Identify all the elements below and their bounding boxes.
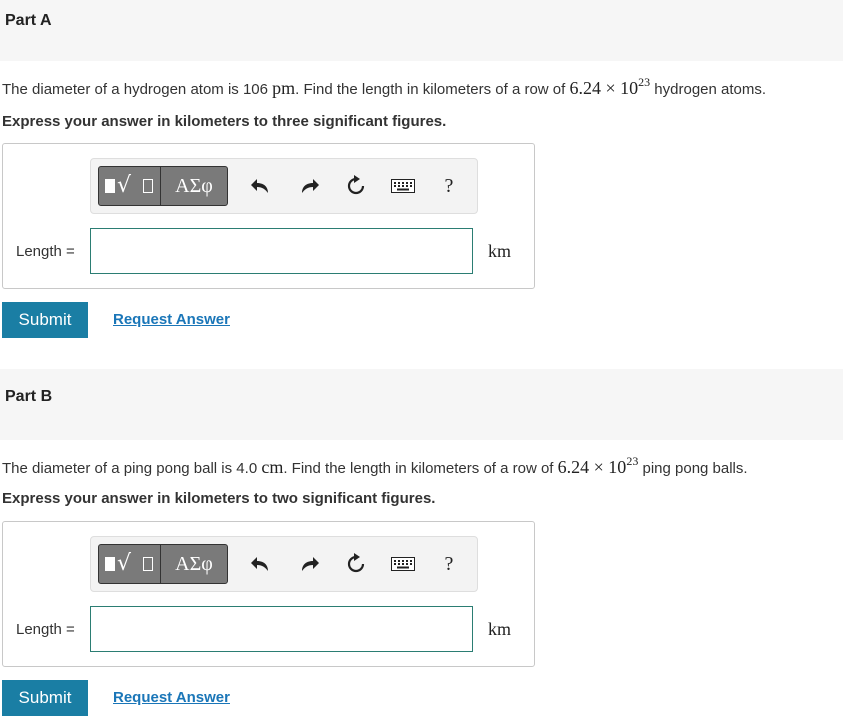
keyboard-icon[interactable] <box>388 171 418 201</box>
part-b-title: Part B <box>5 388 53 405</box>
part-a-answer-box: √ ΑΣφ ? Length = km <box>2 143 535 289</box>
toolbar-button-group: √ ΑΣφ <box>98 544 228 584</box>
part-a-submit-button[interactable]: Submit <box>2 302 88 338</box>
question-text: . Find the length in kilometers of a row… <box>283 460 558 477</box>
symbols-button[interactable]: ΑΣφ <box>161 167 227 205</box>
help-icon[interactable]: ? <box>434 549 464 579</box>
unit-label: km <box>488 241 512 261</box>
length-label: Length = <box>16 621 75 638</box>
symbols-button[interactable]: ΑΣφ <box>161 545 227 583</box>
length-input[interactable] <box>90 228 473 274</box>
question-unit: pm <box>272 78 296 98</box>
reset-icon[interactable] <box>341 549 371 579</box>
radical-icon: √ <box>117 173 132 198</box>
redo-icon[interactable] <box>294 171 324 201</box>
templates-button[interactable]: √ <box>99 545 161 583</box>
math-toolbar: √ ΑΣφ ? <box>90 536 478 592</box>
question-unit: cm <box>261 457 284 477</box>
question-text: . Find the length in kilometers of a row… <box>295 81 570 98</box>
length-label: Length = <box>16 243 75 260</box>
part-b-instruction: Express your answer in kilometers to two… <box>2 490 436 507</box>
part-b-header: Part B <box>0 369 843 440</box>
part-a-instruction: Express your answer in kilometers to thr… <box>2 113 447 130</box>
question-text: hydrogen atoms. <box>650 81 767 98</box>
part-b-submit-button[interactable]: Submit <box>2 680 88 716</box>
part-a-question: The diameter of a hydrogen atom is 106 p… <box>2 75 767 99</box>
part-b-answer-box: √ ΑΣφ ? Length = km <box>2 521 535 667</box>
math-toolbar: √ ΑΣφ ? <box>90 158 478 214</box>
reset-icon[interactable] <box>341 171 371 201</box>
question-text: The diameter of a ping pong ball is 4.0 <box>2 460 262 477</box>
part-b-question: The diameter of a ping pong ball is 4.0 … <box>2 454 748 478</box>
keyboard-icon[interactable] <box>388 549 418 579</box>
part-a-request-answer-link[interactable]: Request Answer <box>113 311 230 328</box>
question-math: 6.24 × 1023 <box>557 454 639 477</box>
question-text: The diameter of a hydrogen atom is 106 <box>2 81 273 98</box>
undo-icon[interactable] <box>246 171 276 201</box>
question-math: 6.24 × 1023 <box>569 75 651 98</box>
templates-button[interactable]: √ <box>99 167 161 205</box>
unit-label: km <box>488 619 512 639</box>
part-a-title: Part A <box>5 12 52 29</box>
undo-icon[interactable] <box>246 549 276 579</box>
toolbar-button-group: √ ΑΣφ <box>98 166 228 206</box>
radical-icon: √ <box>117 551 132 576</box>
part-a-header: Part A <box>0 0 843 61</box>
question-text: ping pong balls. <box>638 460 748 477</box>
length-input[interactable] <box>90 606 473 652</box>
help-icon[interactable]: ? <box>434 171 464 201</box>
part-b-request-answer-link[interactable]: Request Answer <box>113 689 230 706</box>
redo-icon[interactable] <box>294 549 324 579</box>
